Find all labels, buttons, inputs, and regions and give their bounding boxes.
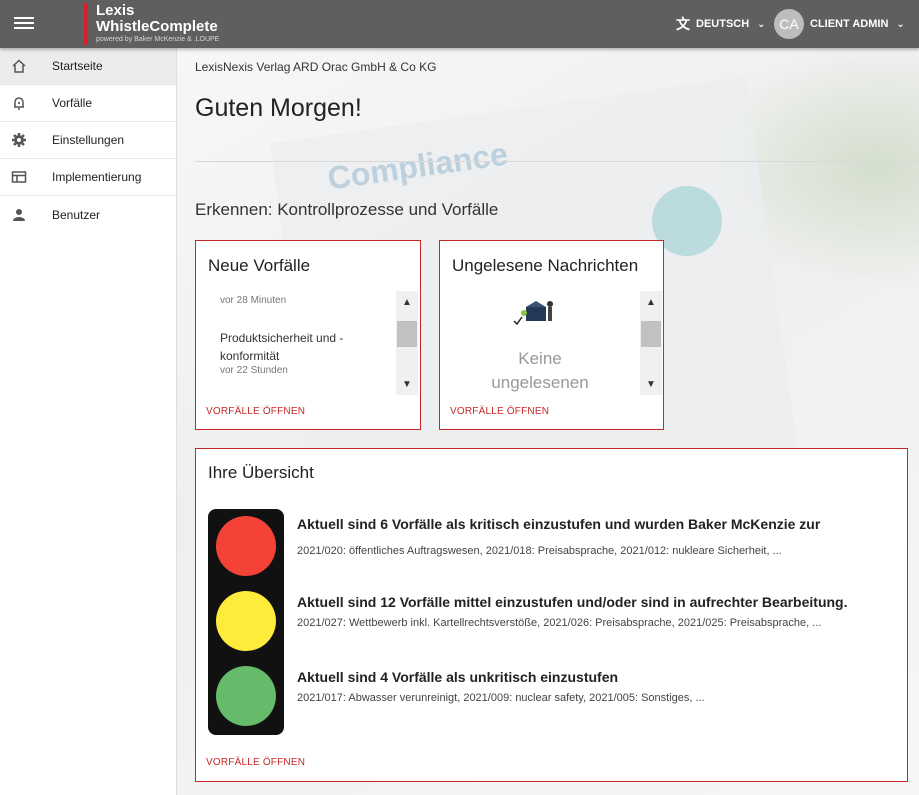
language-selector[interactable]: 文 DEUTSCH ⌄ [676, 0, 766, 48]
incident-list: vor 28 Minuten Produktsicherheit und - k… [208, 291, 418, 395]
bell-icon [10, 94, 28, 112]
medium-heading: Aktuell sind 12 Vorfälle mittel einzustu… [297, 594, 848, 610]
menu-icon[interactable] [14, 14, 34, 34]
home-icon [10, 57, 28, 75]
user-menu[interactable]: CA CLIENT ADMIN ⌄ [774, 0, 905, 48]
scrollbar[interactable]: ▲ ▼ [640, 291, 662, 395]
scroll-up-icon[interactable]: ▲ [396, 291, 418, 313]
green-light [216, 666, 276, 726]
medium-detail: 2021/027: Wettbewerb inkl. Kartellrechts… [297, 617, 822, 629]
user-name: CLIENT ADMIN [810, 18, 889, 30]
open-incidents-link[interactable]: VORFÄLLE ÖFFNEN [206, 757, 305, 768]
avatar: CA [774, 9, 804, 39]
critical-detail: 2021/020: öffentliches Auftragswesen, 20… [297, 545, 782, 557]
sidebar-item-label: Vorfälle [52, 96, 93, 110]
chevron-down-icon: ⌄ [896, 18, 905, 30]
sidebar: Startseite Vorfälle Einstellungen Implem… [0, 48, 177, 795]
list-item[interactable]: Produktsicherheit und - konformität vor … [220, 329, 396, 376]
translate-icon: 文 [676, 16, 690, 32]
sidebar-item-label: Implementierung [52, 170, 142, 184]
low-detail: 2021/017: Abwasser verunreinigt, 2021/00… [297, 692, 705, 704]
item-time: vor 28 Minuten [220, 295, 287, 306]
table-icon [10, 168, 28, 186]
top-bar: Lexis WhistleComplete powered by Baker M… [0, 0, 919, 48]
sidebar-item-benutzer[interactable]: Benutzer [0, 196, 176, 233]
section-title: Erkennen: Kontrollprozesse und Vorfälle [195, 200, 499, 219]
divider [195, 161, 919, 162]
overview-card: Ihre Übersicht Aktuell sind 6 Vorfälle a… [195, 448, 908, 782]
message-list: Keine ungelesenen [440, 291, 640, 395]
yellow-light [216, 591, 276, 651]
company-name: LexisNexis Verlag ARD Orac GmbH & Co KG [195, 60, 437, 74]
card-title: Ihre Übersicht [208, 463, 314, 482]
new-incidents-card: Neue Vorfälle vor 28 Minuten Produktsich… [195, 240, 421, 430]
language-label: DEUTSCH [696, 18, 750, 30]
scroll-down-icon[interactable]: ▼ [396, 373, 418, 395]
traffic-light [208, 509, 284, 735]
sidebar-item-vorfaelle[interactable]: Vorfälle [0, 85, 176, 122]
card-title: Neue Vorfälle [208, 256, 311, 275]
unread-messages-card: Ungelesene Nachrichten Keine ungelesenen… [439, 240, 664, 430]
gear-icon [10, 131, 28, 149]
list-item[interactable]: vor 28 Minuten [220, 295, 396, 306]
scroll-thumb[interactable] [397, 321, 417, 347]
item-title: Produktsicherheit und - konformität [220, 331, 344, 363]
scroll-down-icon[interactable]: ▼ [640, 373, 662, 395]
brand-tagline: powered by Baker McKenzie & .LOUPE [96, 36, 220, 43]
chevron-down-icon: ⌄ [757, 18, 766, 30]
sidebar-item-label: Einstellungen [52, 133, 125, 147]
sidebar-item-implementierung[interactable]: Implementierung [0, 159, 176, 196]
scroll-up-icon[interactable]: ▲ [640, 291, 662, 313]
open-incidents-link[interactable]: VORFÄLLE ÖFFNEN [206, 406, 305, 417]
person-icon [10, 206, 28, 224]
open-incidents-link[interactable]: VORFÄLLE ÖFFNEN [450, 406, 549, 417]
critical-heading: Aktuell sind 6 Vorfälle als kritisch ein… [297, 516, 821, 532]
red-light [216, 516, 276, 576]
brand-line1: Lexis [96, 2, 135, 19]
empty-text-line1: Keine [518, 349, 562, 368]
sidebar-item-startseite[interactable]: Startseite [0, 48, 176, 85]
brand-logo[interactable]: Lexis WhistleComplete powered by Baker M… [84, 3, 219, 45]
low-heading: Aktuell sind 4 Vorfälle als unkritisch e… [297, 669, 619, 685]
empty-text-line2: ungelesenen [491, 373, 589, 392]
page-title: Guten Morgen! [195, 94, 362, 122]
scroll-thumb[interactable] [641, 321, 661, 347]
main-content: Compliance LexisNexis Verlag ARD Orac Gm… [177, 48, 919, 795]
sidebar-item-label: Startseite [52, 59, 103, 73]
empty-inbox-icon [513, 301, 553, 326]
card-title: Ungelesene Nachrichten [452, 256, 639, 275]
item-time: vor 22 Stunden [220, 365, 288, 376]
scrollbar[interactable]: ▲ ▼ [396, 291, 418, 395]
sidebar-item-einstellungen[interactable]: Einstellungen [0, 122, 176, 159]
sidebar-item-label: Benutzer [52, 207, 101, 222]
brand-line2: WhistleComplete [96, 18, 218, 35]
